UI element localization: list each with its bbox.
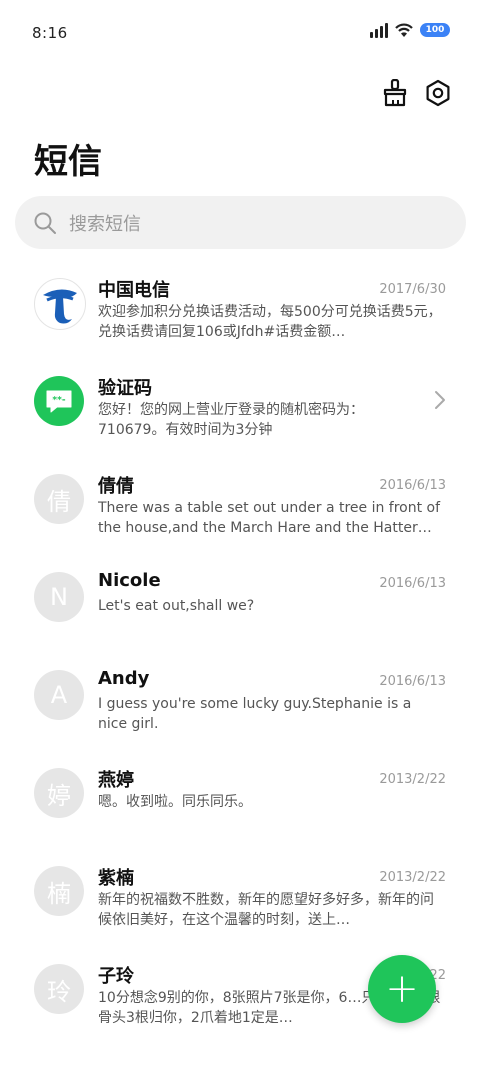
chevron-right-icon[interactable]	[434, 390, 446, 410]
page-title: 短信	[34, 142, 102, 182]
message-row[interactable]: 倩 倩倩 2016/6/13 There was a table set out…	[0, 458, 480, 556]
message-date: 2016/6/13	[379, 478, 446, 493]
settings-button[interactable]	[423, 78, 453, 108]
contact-name: 中国电信	[98, 280, 170, 301]
message-preview: 嗯。收到啦。同乐同乐。	[98, 794, 252, 810]
message-date: 2016/6/13	[379, 576, 446, 591]
contact-avatar: 楠	[34, 866, 84, 916]
status-bar: 8:16 100	[0, 0, 480, 60]
contact-avatar: 倩	[34, 474, 84, 524]
search-input[interactable]: 搜索短信	[15, 196, 466, 249]
message-row[interactable]: 中国电信 2017/6/30 欢迎参加积分兑换话费活动，每500分可兑换话费5元…	[0, 262, 480, 360]
wifi-icon	[395, 23, 413, 37]
message-date: 2013/2/22	[379, 870, 446, 885]
contact-name: 验证码	[98, 378, 152, 399]
search-icon	[34, 212, 56, 234]
search-placeholder: 搜索短信	[69, 213, 141, 235]
plus-icon: +	[385, 966, 419, 1012]
contact-avatar: N	[34, 572, 84, 622]
message-preview: 欢迎参加积分兑换话费活动，每500分可兑换话费5元，兑换话费请回复106或Jfd…	[98, 304, 442, 340]
message-row[interactable]: 婷 燕婷 2013/2/22 嗯。收到啦。同乐同乐。	[0, 752, 480, 850]
contact-name: 子玲	[98, 966, 134, 987]
contact-name: 燕婷	[98, 770, 134, 791]
contact-name: Andy	[98, 668, 150, 689]
status-icons: 100	[370, 22, 450, 38]
signal-icon	[370, 22, 388, 38]
settings-icon	[426, 79, 450, 107]
battery-icon: 100	[420, 23, 450, 37]
message-preview: 您好！您的网上营业厅登录的随机密码为：710679。有效时间为3分钟	[98, 402, 364, 438]
message-row[interactable]: **- 验证码 您好！您的网上营业厅登录的随机密码为：710679。有效时间为3…	[0, 360, 480, 458]
compose-button[interactable]: +	[368, 955, 436, 1023]
message-preview: Let's eat out,shall we?	[98, 598, 255, 614]
clean-brush-button[interactable]	[380, 78, 410, 108]
contact-avatar: 婷	[34, 768, 84, 818]
status-time: 8:16	[32, 24, 68, 42]
message-row[interactable]: N Nicole 2016/6/13 Let's eat out,shall w…	[0, 556, 480, 654]
message-list: 中国电信 2017/6/30 欢迎参加积分兑换话费活动，每500分可兑换话费5元…	[0, 262, 480, 1046]
message-preview: There was a table set out under a tree i…	[98, 500, 441, 536]
message-preview: 新年的祝福数不胜数，新年的愿望好多好多，新年的问候依旧美好，在这个温馨的时刻，送…	[98, 892, 434, 928]
contact-name: 倩倩	[98, 476, 134, 497]
china-telecom-logo	[34, 278, 86, 330]
contact-name: Nicole	[98, 570, 161, 591]
message-date: 2016/6/13	[379, 674, 446, 689]
message-row[interactable]: A Andy 2016/6/13 I guess you're some luc…	[0, 654, 480, 752]
message-row[interactable]: 楠 紫楠 2013/2/22 新年的祝福数不胜数，新年的愿望好多好多，新年的问候…	[0, 850, 480, 948]
brush-icon	[383, 79, 407, 107]
message-date: 2013/2/22	[379, 772, 446, 787]
message-date: 2017/6/30	[379, 282, 446, 297]
verification-code-icon: **-	[34, 376, 84, 426]
contact-avatar: A	[34, 670, 84, 720]
svg-text:**-: **-	[52, 396, 65, 406]
contact-name: 紫楠	[98, 868, 134, 889]
message-preview: I guess you're some lucky guy.Stephanie …	[98, 696, 412, 732]
contact-avatar: 玲	[34, 964, 84, 1014]
